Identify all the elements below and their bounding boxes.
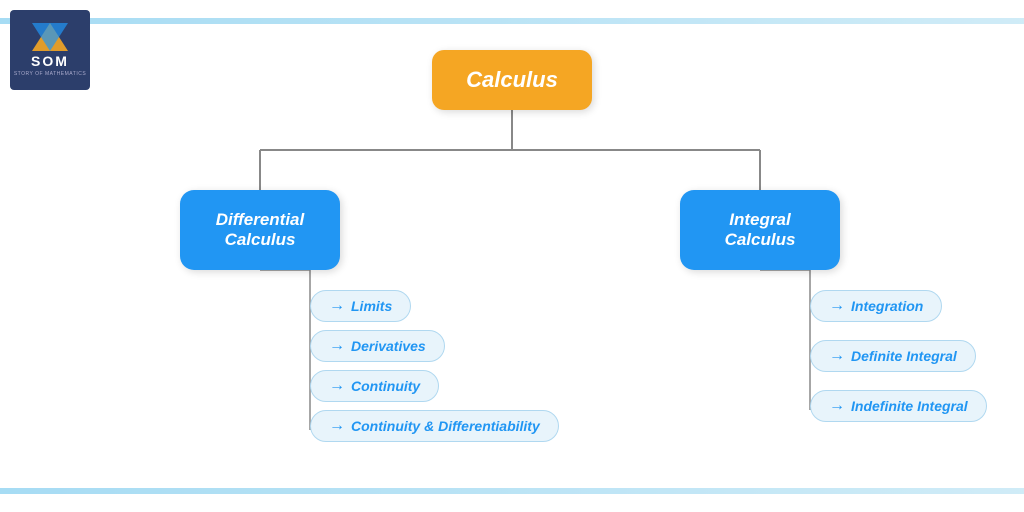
leaf-limits: → Limits bbox=[310, 290, 411, 322]
diff-calc-label: DifferentialCalculus bbox=[216, 210, 305, 250]
arrow-limits: → bbox=[329, 297, 345, 315]
leaf-contdiff-label: Continuity & Differentiability bbox=[351, 418, 540, 434]
arrow-indefinite: → bbox=[829, 397, 845, 415]
leaf-continuity-label: Continuity bbox=[351, 378, 420, 394]
integ-calc-node: IntegralCalculus bbox=[680, 190, 840, 270]
arrow-contdiff: → bbox=[329, 417, 345, 435]
leaf-definite-label: Definite Integral bbox=[851, 348, 957, 364]
logo-icon bbox=[32, 23, 68, 51]
diff-calc-node: DifferentialCalculus bbox=[180, 190, 340, 270]
leaf-integration: → Integration bbox=[810, 290, 942, 322]
logo: SOM STORY OF MATHEMATICS bbox=[10, 10, 90, 90]
integ-calc-label: IntegralCalculus bbox=[725, 210, 796, 250]
leaf-limits-label: Limits bbox=[351, 298, 392, 314]
arrow-continuity: → bbox=[329, 377, 345, 395]
leaf-contdiff: → Continuity & Differentiability bbox=[310, 410, 559, 442]
arrow-integration: → bbox=[829, 297, 845, 315]
bg-accent-top bbox=[0, 18, 1024, 24]
arrow-derivatives: → bbox=[329, 337, 345, 355]
leaf-continuity: → Continuity bbox=[310, 370, 439, 402]
leaf-indefinite-label: Indefinite Integral bbox=[851, 398, 968, 414]
root-node: Calculus bbox=[432, 50, 592, 110]
leaf-integration-label: Integration bbox=[851, 298, 923, 314]
leaf-derivatives: → Derivatives bbox=[310, 330, 445, 362]
leaf-definite: → Definite Integral bbox=[810, 340, 976, 372]
logo-abbr: SOM bbox=[31, 53, 69, 69]
root-label: Calculus bbox=[466, 67, 558, 93]
logo-subtext: STORY OF MATHEMATICS bbox=[14, 71, 86, 77]
bg-accent-bottom bbox=[0, 488, 1024, 494]
leaf-derivatives-label: Derivatives bbox=[351, 338, 426, 354]
arrow-definite: → bbox=[829, 347, 845, 365]
leaf-indefinite: → Indefinite Integral bbox=[810, 390, 987, 422]
